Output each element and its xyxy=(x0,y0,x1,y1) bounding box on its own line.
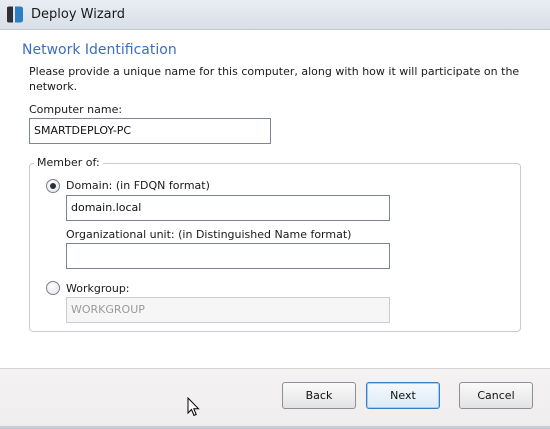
cancel-button[interactable]: Cancel xyxy=(459,382,533,409)
radio-selected-dot xyxy=(50,183,56,189)
title-bar: Deploy Wizard xyxy=(0,0,550,30)
back-button[interactable]: Back xyxy=(282,382,356,409)
window-title: Deploy Wizard xyxy=(31,7,125,22)
member-of-legend: Member of: xyxy=(34,156,103,169)
app-logo-icon xyxy=(6,6,24,26)
ou-input[interactable] xyxy=(66,243,390,269)
domain-radio[interactable] xyxy=(46,179,60,193)
computer-name-label: Computer name: xyxy=(29,103,123,116)
workgroup-label: Workgroup: xyxy=(66,282,130,295)
domain-input[interactable]: domain.local xyxy=(66,195,390,221)
mouse-cursor-icon xyxy=(187,396,200,420)
page-description: Please provide a unique name for this co… xyxy=(29,65,520,93)
page-title: Network Identification xyxy=(22,42,177,58)
domain-label: Domain: (in FDQN format) xyxy=(66,179,210,192)
workgroup-input[interactable]: WORKGROUP xyxy=(66,297,390,323)
workgroup-radio[interactable] xyxy=(46,281,60,295)
ou-label: Organizational unit: (in Distinguished N… xyxy=(66,228,352,241)
computer-name-input[interactable]: SMARTDEPLOY-PC xyxy=(29,118,271,144)
next-button[interactable]: Next xyxy=(366,382,440,409)
